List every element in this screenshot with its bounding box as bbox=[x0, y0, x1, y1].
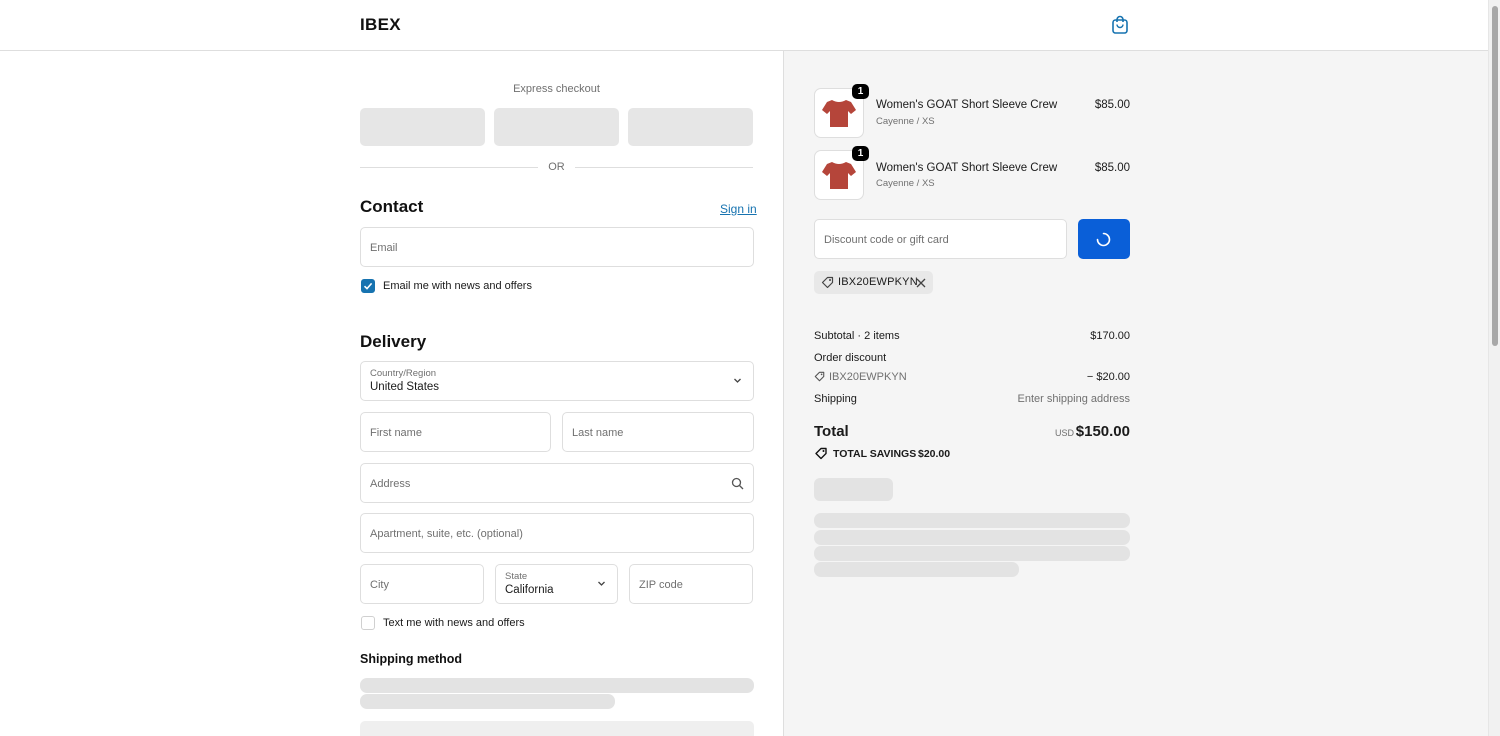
applied-discount-code: IBX20EWPKYN bbox=[838, 276, 918, 288]
loading-spinner-icon bbox=[1096, 232, 1111, 247]
item-price: $85.00 bbox=[1094, 99, 1130, 111]
email-field[interactable]: Email bbox=[360, 227, 754, 267]
item-name: Women's GOAT Short Sleeve Crew bbox=[876, 162, 1058, 174]
apply-discount-button[interactable] bbox=[1078, 219, 1130, 259]
loading-skeleton bbox=[814, 562, 1019, 577]
tag-icon bbox=[815, 447, 827, 460]
first-name-field[interactable]: First name bbox=[360, 412, 551, 452]
email-placeholder: Email bbox=[370, 242, 398, 254]
divider bbox=[575, 167, 753, 168]
address-placeholder: Address bbox=[370, 478, 411, 490]
address-field[interactable]: Address bbox=[360, 463, 754, 503]
delivery-title: Delivery bbox=[360, 332, 427, 351]
header: IBEX bbox=[0, 0, 1488, 51]
email-offers-checkbox[interactable] bbox=[361, 279, 375, 293]
sign-in-link[interactable]: Sign in bbox=[720, 202, 757, 216]
loading-skeleton bbox=[814, 546, 1130, 561]
tag-icon bbox=[814, 371, 825, 382]
country-value: United States bbox=[370, 381, 440, 393]
text-offers-checkbox[interactable] bbox=[361, 616, 375, 630]
subtotal-label: Subtotal · 2 items bbox=[814, 330, 900, 342]
loading-skeleton bbox=[360, 721, 754, 736]
item-variant: Cayenne / XS bbox=[876, 116, 935, 127]
checkmark-icon bbox=[363, 282, 373, 290]
chevron-down-icon bbox=[734, 378, 741, 383]
loading-skeleton bbox=[814, 513, 1130, 528]
city-field[interactable]: City bbox=[360, 564, 484, 604]
discount-placeholder: Discount code or gift card bbox=[824, 234, 949, 246]
search-icon[interactable] bbox=[731, 477, 744, 490]
shipping-label: Shipping bbox=[814, 393, 857, 405]
store-logo[interactable]: IBEX bbox=[360, 15, 401, 35]
quantity-badge: 1 bbox=[852, 146, 869, 161]
first-name-placeholder: First name bbox=[370, 427, 422, 439]
country-label: Country/Region bbox=[370, 368, 437, 379]
tag-icon bbox=[821, 276, 834, 289]
loading-skeleton bbox=[814, 478, 893, 501]
express-pay-button-2[interactable] bbox=[494, 108, 619, 146]
scrollbar-thumb[interactable] bbox=[1492, 6, 1498, 346]
discount-value: − $20.00 bbox=[1086, 371, 1130, 383]
subtotal-value: $170.00 bbox=[1090, 330, 1130, 342]
chevron-down-icon bbox=[598, 581, 605, 586]
last-name-placeholder: Last name bbox=[572, 427, 624, 439]
total-label: Total bbox=[814, 423, 849, 440]
item-variant: Cayenne / XS bbox=[876, 178, 935, 189]
loading-skeleton bbox=[814, 530, 1130, 545]
loading-skeleton bbox=[360, 694, 615, 709]
item-name: Women's GOAT Short Sleeve Crew bbox=[876, 99, 1058, 111]
applied-discount-chip: IBX20EWPKYN bbox=[814, 271, 933, 294]
shipping-value: Enter shipping address bbox=[1017, 393, 1130, 405]
order-summary bbox=[783, 51, 1488, 736]
item-price: $85.00 bbox=[1094, 162, 1130, 174]
total-value: $150.00 bbox=[1075, 423, 1130, 440]
email-offers-label: Email me with news and offers bbox=[383, 280, 532, 292]
discount-code-field[interactable]: Discount code or gift card bbox=[814, 219, 1067, 259]
loading-skeleton bbox=[360, 678, 754, 693]
total-savings-value: $20.00 bbox=[918, 448, 951, 460]
express-checkout-label: Express checkout bbox=[513, 83, 600, 95]
country-select[interactable]: Country/Region United States bbox=[360, 361, 754, 401]
state-value: California bbox=[505, 584, 554, 596]
divider bbox=[360, 167, 538, 168]
state-label: State bbox=[505, 571, 528, 582]
express-pay-button-3[interactable] bbox=[628, 108, 753, 146]
apartment-field[interactable]: Apartment, suite, etc. (optional) bbox=[360, 513, 754, 553]
shipping-method-title: Shipping method bbox=[360, 652, 463, 666]
order-discount-label: Order discount bbox=[814, 352, 887, 364]
quantity-badge: 1 bbox=[852, 84, 869, 99]
zip-field[interactable]: ZIP code bbox=[629, 564, 753, 604]
contact-title: Contact bbox=[360, 197, 424, 216]
express-pay-button-1[interactable] bbox=[360, 108, 485, 146]
apartment-placeholder: Apartment, suite, etc. (optional) bbox=[370, 528, 523, 540]
city-placeholder: City bbox=[370, 579, 389, 591]
shopping-bag-icon[interactable] bbox=[1111, 15, 1129, 34]
last-name-field[interactable]: Last name bbox=[562, 412, 754, 452]
text-offers-label: Text me with news and offers bbox=[383, 617, 525, 629]
or-separator: OR bbox=[548, 161, 565, 173]
total-savings-label: TOTAL SAVINGS bbox=[833, 448, 917, 460]
scrollbar[interactable] bbox=[1488, 0, 1500, 736]
state-select[interactable]: State California bbox=[495, 564, 618, 604]
close-icon[interactable] bbox=[916, 278, 926, 288]
discount-code-label: IBX20EWPKYN bbox=[829, 371, 907, 383]
zip-placeholder: ZIP code bbox=[639, 579, 683, 591]
